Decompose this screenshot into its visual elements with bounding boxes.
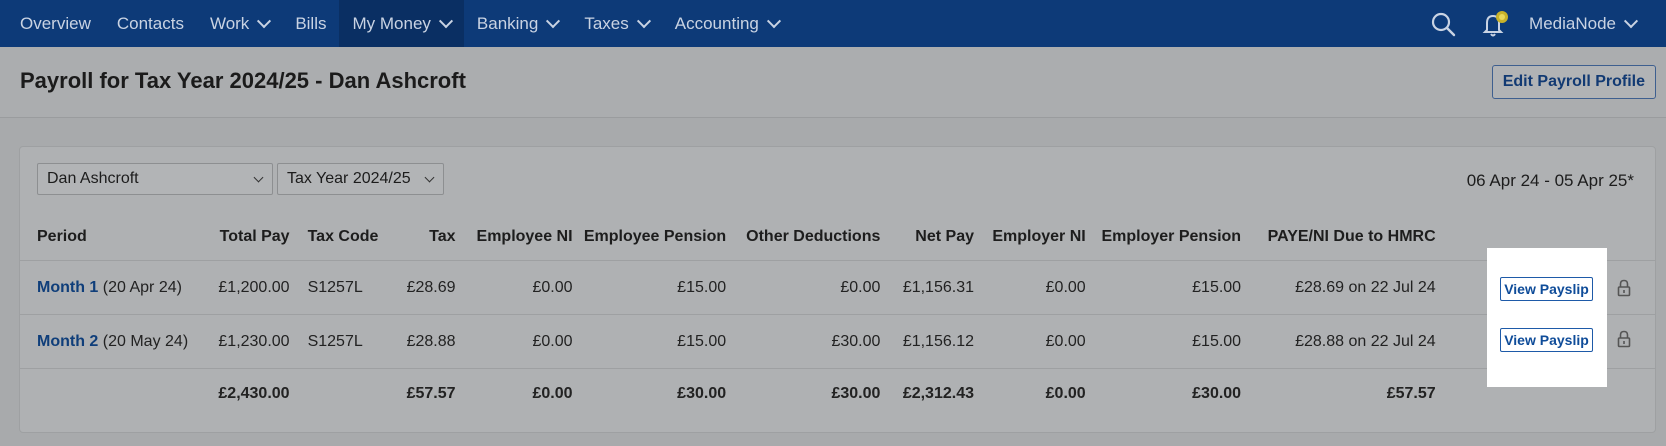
period-link[interactable]: Month 1 [37,279,98,296]
search-icon[interactable] [1423,0,1463,47]
nav-label: Work [209,13,250,33]
cell-paye-due: £28.88 on 22 Jul 24 [1242,314,1437,369]
chevron-down-icon [1623,13,1639,28]
chevron-down-icon [546,13,561,28]
payslip-highlight [1487,248,1607,387]
tax-year-select[interactable]: Tax Year 2024/25 [277,163,444,195]
nav-accounting[interactable]: Accounting [662,0,792,47]
col-tax: Tax [379,214,457,261]
col-other-deductions: Other Deductions [727,214,882,261]
tax-year-select-value: Tax Year 2024/25 [287,170,411,187]
account-menu[interactable]: MediaNode [1515,0,1666,47]
cell-tax-code: S1257L [290,314,380,369]
cell-employer-ni: £0.00 [975,260,1087,315]
view-payslip-button[interactable]: View Payslip [1500,277,1593,301]
totals-row: £2,430.00 £57.57 £0.00 £30.00 £30.00 £2,… [20,369,1655,420]
cell-total-pay: £1,230.00 [191,314,291,369]
cell-net-pay: £1,156.12 [881,314,975,369]
col-paye-due: PAYE/NI Due to HMRC [1242,214,1437,261]
nav-label: Overview [20,13,91,33]
cell-employee-pension: £15.00 [573,314,728,369]
nav-my-money[interactable]: My Money [339,0,464,47]
table-row: Month 2 (20 May 24) £1,230.00 S1257L £28… [20,314,1655,369]
total-tax-code [291,369,380,420]
cell-period: Month 1 (20 Apr 24) [20,260,192,315]
nav-right: MediaNode [1423,0,1666,47]
total-employer-ni: £0.00 [1045,385,1086,402]
col-employee-pension: Employee Pension [573,214,728,261]
employee-select-value: Dan Ashcroft [47,170,139,187]
table-header-row: Period Total Pay Tax Code Tax Employee N… [20,214,1655,261]
nav-label: Taxes [584,13,629,33]
cell-paye-due: £28.69 on 22 Jul 24 [1242,260,1437,315]
nav-label: My Money [352,13,431,33]
cell-employer-pension: £15.00 [1086,314,1243,369]
cell-other-deductions: £30.00 [727,314,882,369]
payroll-table: Period Total Pay Tax Code Tax Employee N… [20,214,1655,419]
lock-icon [1617,330,1631,348]
col-employer-ni: Employer NI [975,214,1087,261]
col-employer-pension: Employer Pension [1086,214,1243,261]
total-employee-ni: £0.00 [532,385,573,402]
cell-other-deductions: £0.00 [727,260,882,315]
view-payslip-button[interactable]: View Payslip [1500,328,1593,352]
page-title: Payroll for Tax Year 2024/25 - Dan Ashcr… [20,68,466,93]
payroll-card: Dan Ashcroft Tax Year 2024/25 06 Apr 24 … [19,146,1656,433]
cell-employer-pension: £15.00 [1086,260,1243,315]
date-range: 06 Apr 24 - 05 Apr 25* [1466,171,1634,190]
total-tax: £57.57 [406,385,456,402]
col-total-pay: Total Pay [191,214,291,261]
page-header: Payroll for Tax Year 2024/25 - Dan Ashcr… [0,47,1666,118]
employee-select[interactable]: Dan Ashcroft [37,163,273,195]
table-row: Month 1 (20 Apr 24) £1,200.00 S1257L £28… [20,260,1655,315]
period-link[interactable]: Month 2 [37,333,98,350]
total-employer-pension: £30.00 [1192,385,1242,402]
cell-employee-ni: £0.00 [456,314,574,369]
cell-net-pay: £1,156.31 [881,260,975,315]
nav-label: Accounting [674,13,759,33]
nav-contacts[interactable]: Contacts [104,0,197,47]
cell-totals-label [20,369,191,420]
nav-bills[interactable]: Bills [282,0,339,47]
total-total-pay: £2,430.00 [218,385,290,402]
cell-employee-ni: £0.00 [456,260,574,315]
bell-icon[interactable] [1475,0,1515,47]
account-name: MediaNode [1529,13,1616,33]
cell-tax: £28.69 [379,260,457,315]
total-other-deductions: £30.00 [831,385,881,402]
cell-tax-code: S1257L [290,260,380,315]
total-employee-pension: £30.00 [677,385,727,402]
chevron-down-icon [766,13,781,28]
cell-period: Month 2 (20 May 24) [20,314,192,369]
total-paye-due: £57.57 [1386,385,1436,402]
edit-payroll-profile-button[interactable]: Edit Payroll Profile [1491,65,1656,99]
chevron-down-icon [253,172,264,183]
chevron-down-icon [636,13,651,28]
nav-label: Bills [295,13,327,33]
col-tax-code: Tax Code [290,214,380,261]
cell-employer-ni: £0.00 [975,314,1087,369]
nav-label: Contacts [116,13,184,33]
nav-overview[interactable]: Overview [0,0,104,47]
nav-label: Banking [476,13,539,33]
period-date: (20 May 24) [102,332,189,350]
chevron-down-icon [438,13,453,28]
cell-tax: £28.88 [379,314,457,369]
col-employee-ni: Employee NI [456,214,574,261]
total-net-pay: £2,312.43 [902,385,974,402]
col-period: Period [20,214,192,261]
period-date: (20 Apr 24) [102,278,182,296]
nav-taxes[interactable]: Taxes [571,0,661,47]
top-nav: Overview Contacts Work Bills My Money Ba… [0,0,1666,47]
chevron-down-icon [424,172,435,183]
cell-total-pay: £1,200.00 [191,260,291,315]
chevron-down-icon [257,13,272,28]
lock-icon [1617,279,1631,297]
nav-work[interactable]: Work [197,0,282,47]
nav-banking[interactable]: Banking [464,0,571,47]
col-net-pay: Net Pay [881,214,975,261]
cell-employee-pension: £15.00 [573,260,728,315]
